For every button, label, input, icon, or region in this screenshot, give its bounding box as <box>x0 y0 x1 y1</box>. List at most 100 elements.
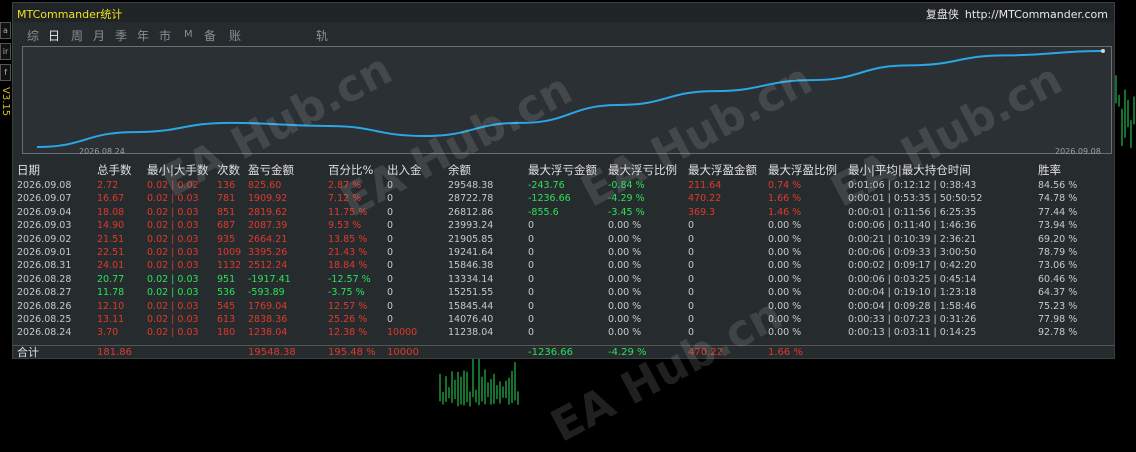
row-percent: 12.57 % <box>328 300 368 312</box>
row-balance: 11238.04 <box>448 327 494 339</box>
total-deposit: 10000 <box>387 347 419 358</box>
col-max-float-profit[interactable]: 最大浮盈金额 <box>688 162 757 178</box>
tab-overall[interactable]: 综 <box>27 27 39 44</box>
panel-title: MTCommander统计 <box>17 8 123 21</box>
table-row[interactable]: 2026.08.28 20.77 0.02 | 0.03 951 -1917.41 -12… <box>13 273 1114 286</box>
row-total-lots: 20.77 <box>97 273 125 285</box>
row-percent: 21.43 % <box>328 247 368 258</box>
row-percent: 18.84 % <box>328 260 368 272</box>
col-hold-time[interactable]: 最小|平均|最大持仓时间 <box>848 162 971 178</box>
row-hold-time: 0:00:13 | 0:03:11 | 0:14:25 <box>848 327 977 339</box>
col-max-float-profit-pct[interactable]: 最大浮盈比例 <box>768 162 837 178</box>
row-max-float-profit-pct: 0.00 % <box>768 327 802 339</box>
col-win-rate[interactable]: 胜率 <box>1038 162 1061 178</box>
panel-brand-url[interactable]: 复盘侠 http://MTCommander.com <box>926 6 1108 22</box>
panel-titlebar[interactable]: MTCommander统计 复盘侠 http://MTCommander.com <box>13 3 1114 22</box>
row-max-float-profit: 0 <box>688 287 695 299</box>
version-label: V3.15 <box>0 87 11 117</box>
total-max-float-loss-pct: -4.29 % <box>608 347 647 358</box>
row-max-float-profit-pct: 0.00 % <box>768 247 802 258</box>
col-max-float-loss[interactable]: 最大浮亏金额 <box>528 162 597 178</box>
tab-quarter[interactable]: 季 <box>115 27 127 44</box>
row-min-max-lots: 0.02 | 0.03 <box>147 193 199 205</box>
row-balance: 19241.64 <box>448 247 494 258</box>
table-row[interactable]: 2026.09.01 22.51 0.02 | 0.03 1009 3395.26 21.… <box>13 246 1114 259</box>
table-row[interactable]: 2026.09.03 14.90 0.02 | 0.03 687 2087.39 9.53… <box>13 219 1114 232</box>
col-total-lots[interactable]: 总手数 <box>97 162 132 178</box>
tab-note[interactable]: 备 <box>204 27 216 44</box>
row-max-float-profit-pct: 0.00 % <box>768 314 802 325</box>
row-max-float-profit-pct: 0.00 % <box>768 233 802 245</box>
brand-url[interactable]: http://MTCommander.com <box>965 8 1108 21</box>
row-deposit: 0 <box>387 206 394 218</box>
table-row[interactable]: 2026.08.25 13.11 0.02 | 0.03 613 2838.36 25.2… <box>13 313 1114 326</box>
row-deposit: 0 <box>387 220 394 232</box>
row-hold-time: 0:00:33 | 0:07:23 | 0:31:26 <box>848 314 977 325</box>
table-row[interactable]: 2026.09.02 21.51 0.02 | 0.03 935 2664.21 13.8… <box>13 233 1114 246</box>
row-max-float-profit-pct: 0.00 % <box>768 273 802 285</box>
row-total-lots: 13.11 <box>97 314 125 325</box>
col-date[interactable]: 日期 <box>17 162 40 178</box>
row-deposit: 0 <box>387 233 394 245</box>
row-max-float-loss: 0 <box>528 300 535 312</box>
row-count: 935 <box>217 233 236 245</box>
table-row[interactable]: 2026.09.07 16.67 0.02 | 0.03 781 1909.92 7.12… <box>13 192 1114 205</box>
col-pnl[interactable]: 盈亏金额 <box>248 162 294 178</box>
row-balance: 15251.55 <box>448 287 494 299</box>
table-row[interactable]: 2026.08.24 3.70 0.02 | 0.03 180 1238.04 12.38… <box>13 326 1114 339</box>
row-max-float-loss-pct: 0.00 % <box>608 260 642 272</box>
tab-symbol[interactable]: 市 <box>159 27 171 44</box>
row-max-float-loss: -855.6 <box>528 206 559 218</box>
tab-magic[interactable]: M <box>184 29 193 40</box>
tab-month[interactable]: 月 <box>93 27 105 44</box>
row-max-float-profit-pct: 0.00 % <box>768 300 802 312</box>
row-hold-time: 0:00:01 | 0:11:56 | 6:25:35 <box>848 206 977 218</box>
col-balance[interactable]: 余额 <box>448 162 471 178</box>
table-row[interactable]: 2026.08.27 11.78 0.02 | 0.03 536 -593.89 -3.7… <box>13 286 1114 299</box>
row-total-lots: 22.51 <box>97 247 125 258</box>
col-percent[interactable]: 百分比% <box>328 162 373 178</box>
row-min-max-lots: 0.02 | 0.03 <box>147 327 199 339</box>
row-win-rate: 64.37 % <box>1038 287 1078 299</box>
row-percent: 9.53 % <box>328 220 362 232</box>
table-row[interactable]: 2026.09.08 2.72 0.02 | 0.02 136 825.60 2.87 %… <box>13 179 1114 192</box>
row-win-rate: 73.94 % <box>1038 220 1078 232</box>
row-max-float-loss: 0 <box>528 273 535 285</box>
row-max-float-loss: 0 <box>528 220 535 232</box>
row-total-lots: 16.67 <box>97 193 125 205</box>
row-date: 2026.08.27 <box>17 287 72 299</box>
row-deposit: 0 <box>387 300 394 312</box>
col-min-max-lots[interactable]: 最小|大手数 <box>147 162 208 178</box>
row-date: 2026.08.31 <box>17 260 72 272</box>
row-hold-time: 0:00:06 | 0:09:33 | 3:00:50 <box>848 247 977 258</box>
row-hold-time: 0:00:04 | 0:19:10 | 1:23:18 <box>848 287 977 299</box>
row-balance: 15846.38 <box>448 260 494 272</box>
row-deposit: 0 <box>387 247 394 258</box>
left-toolbar-strip: a ir f V3.15 <box>0 22 12 142</box>
row-count: 781 <box>217 193 236 205</box>
row-max-float-profit: 0 <box>688 233 695 245</box>
table-row[interactable]: 2026.09.04 18.08 0.02 | 0.03 851 2819.62 11.7… <box>13 206 1114 219</box>
row-deposit: 0 <box>387 260 394 272</box>
toolbar-button-ir[interactable]: ir <box>0 43 11 60</box>
row-pnl: 825.60 <box>248 180 282 191</box>
tab-week[interactable]: 周 <box>71 27 83 44</box>
row-balance: 15845.44 <box>448 300 494 312</box>
toolbar-button-f[interactable]: f <box>0 64 11 81</box>
table-row[interactable]: 2026.08.31 24.01 0.02 | 0.03 1132 2512.24 18.… <box>13 259 1114 272</box>
row-deposit: 0 <box>387 287 394 299</box>
col-max-float-loss-pct[interactable]: 最大浮亏比例 <box>608 162 677 178</box>
tab-year[interactable]: 年 <box>137 27 149 44</box>
table-row[interactable]: 2026.08.26 12.10 0.02 | 0.03 545 1769.04 12.5… <box>13 300 1114 313</box>
row-max-float-profit-pct: 0.00 % <box>768 287 802 299</box>
row-date: 2026.08.28 <box>17 273 72 285</box>
toolbar-button-a[interactable]: a <box>0 22 11 39</box>
col-count[interactable]: 次数 <box>217 162 240 178</box>
total-label: 合计 <box>17 346 39 359</box>
tab-day[interactable]: 日 <box>48 27 60 44</box>
equity-end-point <box>1101 49 1105 53</box>
col-deposit[interactable]: 出入金 <box>387 162 422 178</box>
row-date: 2026.09.07 <box>17 193 72 205</box>
row-win-rate: 74.78 % <box>1038 193 1078 205</box>
row-percent: 7.12 % <box>328 193 362 205</box>
